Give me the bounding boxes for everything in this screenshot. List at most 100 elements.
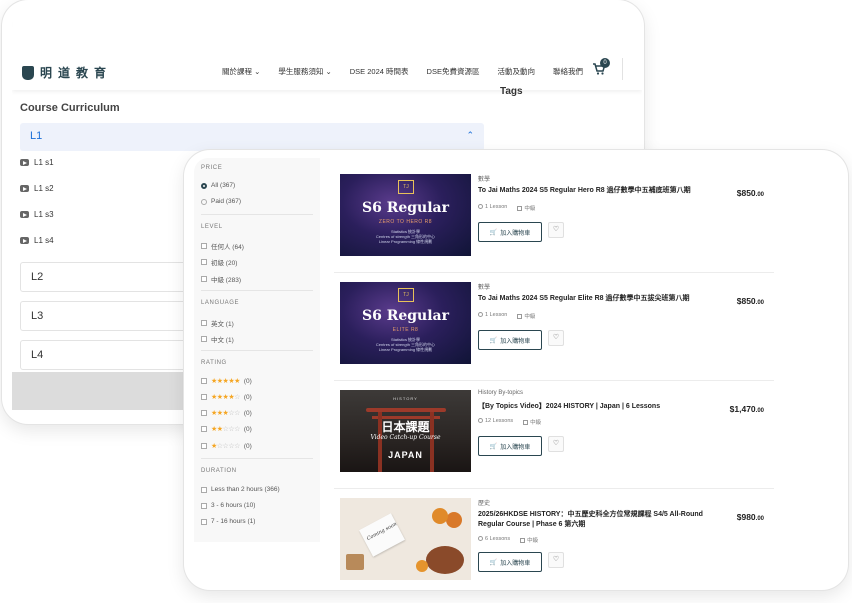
lesson-item[interactable]: L1 s3 [20,210,54,219]
wishlist-button[interactable]: ♡ [548,330,564,346]
course-thumbnail[interactable]: Coming soon [340,498,471,580]
filter-option-count: (0) [243,425,252,433]
course-price: $980.00 [736,512,764,522]
filter-language-option[interactable]: 英文 (1) [201,318,234,328]
filter-option-label: 中級 (283) [211,277,241,284]
course-thumbnail[interactable]: TJ S6 Regular ZERO TO HERO R8 Statistics… [340,174,471,256]
divider [201,214,313,215]
add-to-cart-button[interactable]: 🛒 加入購物車 [478,330,542,350]
star-rating-icon: ★★☆☆☆ [211,426,240,433]
button-label: 加入購物車 [500,338,531,345]
course-category: 數學 [478,177,491,183]
course-price: $1,470.00 [729,404,764,414]
filter-option-count: (0) [243,442,252,450]
heart-icon: ♡ [552,226,560,233]
accordion-section-l1[interactable]: L1 ⌃ [20,123,484,151]
filter-language-option[interactable]: 中文 (1) [201,334,234,344]
lesson-label: L1 s1 [34,158,54,167]
level-icon [523,420,529,426]
checkbox-icon [201,394,207,400]
heart-icon: ♡ [552,556,560,563]
nav-item-student-services[interactable]: 學生服務須知 ⌄ [278,66,331,77]
lesson-count-icon [478,536,483,542]
lesson-count: 1 Lesson [485,204,508,210]
course-meta: 6 Lessons 中級 [478,536,538,544]
nav-item-about-courses[interactable]: 關於課程 ⌄ [222,66,260,77]
add-to-cart-button[interactable]: 🛒 加入購物車 [478,436,542,456]
course-curriculum-title: Course Curriculum [20,102,120,114]
level-icon [520,538,526,544]
filter-duration-option[interactable]: 3 - 6 hours (10) [201,502,255,509]
lesson-label: L1 s2 [34,184,54,193]
filter-price-paid[interactable]: Paid (367) [201,198,241,205]
filter-option-label: 7 - 16 hours (1) [211,518,256,525]
add-to-cart-button[interactable]: 🛒 加入購物車 [478,552,542,572]
filter-option-label: 任何人 (64) [211,244,244,251]
course-title[interactable]: To Jai Maths 2024 S5 Regular Hero R8 過仔數… [478,186,714,196]
filter-level-option[interactable]: 中級 (283) [201,274,241,284]
filter-level-option[interactable]: 任何人 (64) [201,241,244,251]
star-rating-icon: ★★★☆☆ [211,410,240,417]
wishlist-button[interactable]: ♡ [548,552,564,568]
thumbnail-title: S6 Regular [361,308,449,324]
video-icon [20,185,29,192]
thumbnail-subtitle: ELITE R8 [392,327,419,333]
filter-option-label: Paid (367) [211,198,241,205]
filter-level-option[interactable]: 初級 (20) [201,257,237,267]
divider [201,458,313,459]
course-thumbnail[interactable]: HISTORY 日本課題 Video Catch-up Course JAPAN [340,390,471,472]
nav-item-contact[interactable]: 聯絡我們 [553,66,583,77]
gift-box-graphic [346,554,364,570]
nav-item-dse-resources[interactable]: DSE免費資源區 [427,66,480,77]
checkbox-icon [201,486,207,493]
divider [201,290,313,291]
lesson-item[interactable]: L1 s1 [20,158,54,167]
thumbnail-topics: Statistics 統計學 Centres of strength 三角形的中… [375,229,436,244]
section-label: L4 [31,349,44,361]
add-to-cart-button[interactable]: 🛒 加入購物車 [478,222,542,242]
filter-duration-option[interactable]: 7 - 16 hours (1) [201,518,255,525]
wishlist-button[interactable]: ♡ [548,222,564,238]
video-icon [20,211,29,218]
filter-rating-1[interactable]: ★☆☆☆☆ (0) [201,442,252,450]
nav-item-dse-timetable[interactable]: DSE 2024 時間表 [350,66,409,77]
course-thumbnail[interactable]: TJ S6 Regular ELITE R8 Statistics 統計學 Ce… [340,282,471,364]
course-title[interactable]: 【By Topics Video】2024 HISTORY | Japan | … [478,402,714,412]
lesson-count: 6 Lessons [485,536,511,542]
course-title[interactable]: To Jai Maths 2024 S5 Regular Elite R8 過仔… [478,294,714,304]
level-icon [517,206,523,212]
filter-rating-5[interactable]: ★★★★★ (0) [201,377,252,385]
star-rating-icon: ★★★★☆ [211,394,240,401]
lesson-item[interactable]: L1 s4 [20,236,54,245]
course-level: 中級 [524,206,536,212]
filter-price-all[interactable]: All (367) [201,182,235,189]
thumbnail-header: HISTORY [393,396,418,401]
logo-text: 明道教育 [40,66,113,80]
filter-heading-rating: RATING [201,360,227,366]
heart-icon: ♡ [552,440,560,447]
filter-option-label: Less than 2 hours (366) [211,486,280,493]
course-price: $850.00 [736,188,764,198]
cart-icon: 🛒 [489,559,498,566]
course-price: $850.00 [736,296,764,306]
filter-rating-2[interactable]: ★★☆☆☆ (0) [201,425,252,433]
checkbox-icon [201,443,207,449]
cart-icon: 🛒 [489,229,498,236]
video-icon [20,159,29,166]
course-card: HISTORY 日本課題 Video Catch-up Course JAPAN… [334,382,774,482]
wishlist-button[interactable]: ♡ [548,436,564,452]
site-logo[interactable]: 明道教育 [22,64,112,81]
course-meta: 1 Lesson 中級 [478,312,535,320]
filter-rating-4[interactable]: ★★★★☆ (0) [201,393,252,401]
course-card: TJ S6 Regular ELITE R8 Statistics 統計學 Ce… [334,274,774,374]
lesson-item[interactable]: L1 s2 [20,184,54,193]
filter-duration-option[interactable]: Less than 2 hours (366) [201,486,280,493]
heart-icon: ♡ [552,334,560,341]
course-level: 中級 [524,314,536,320]
filter-rating-3[interactable]: ★★★☆☆ (0) [201,409,252,417]
course-title[interactable]: 2025/26HKDSE HISTORY：中五歷史科全方位常規課程 S4/5 A… [478,510,714,530]
divider [334,272,774,273]
nav-item-events[interactable]: 活動及動向 [497,66,535,77]
filter-option-label: 初級 (20) [211,260,238,267]
checkbox-icon [201,336,207,342]
